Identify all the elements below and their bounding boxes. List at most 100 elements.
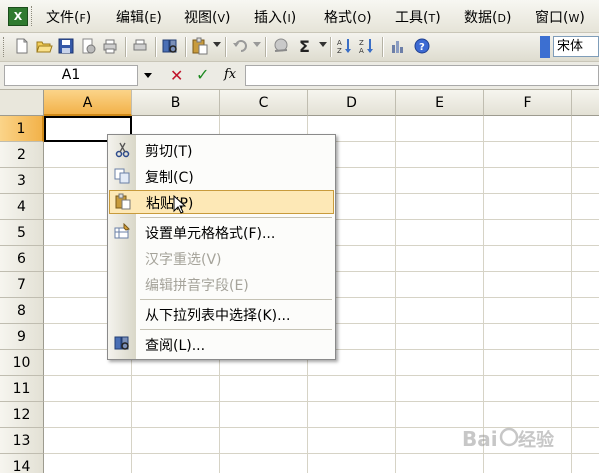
context-item-copy[interactable]: 复制(C) (108, 164, 335, 188)
row-header-3[interactable]: 3 (0, 168, 44, 194)
context-item-format-cells[interactable]: 设置单元格格式(F)... (108, 220, 335, 244)
help-icon[interactable]: ? (413, 37, 431, 55)
name-box[interactable]: A1 (4, 65, 138, 86)
svg-text:Bai: Bai (462, 427, 498, 451)
menu-bar: X 文件(F) 编辑(E) 视图(V) 插入(I) 格式(O) 工具(T) 数据… (0, 0, 599, 33)
insert-function-icon[interactable]: fx (224, 67, 236, 82)
grid-line (395, 116, 396, 473)
context-item-label: 复制(C) (145, 170, 194, 186)
formula-input[interactable] (245, 65, 599, 86)
context-item-label: 设置单元格格式(F)... (145, 226, 276, 242)
column-header-a[interactable]: A (44, 90, 132, 116)
column-header-e[interactable]: E (396, 90, 484, 116)
menu-file[interactable]: 文件(F) (46, 7, 91, 27)
column-header-g[interactable] (572, 90, 599, 116)
permission-icon[interactable] (79, 37, 97, 55)
sort-descending-icon[interactable]: ZA (358, 37, 376, 55)
excel-app-icon[interactable]: X (8, 7, 28, 26)
row-header-7[interactable]: 7 (0, 272, 44, 298)
autosum-dropdown-arrow[interactable] (319, 42, 327, 47)
row-header-2[interactable]: 2 (0, 142, 44, 168)
toolbar-grip[interactable] (3, 37, 7, 57)
cut-icon (115, 142, 130, 158)
autosum-icon[interactable]: Σ (297, 37, 315, 55)
menu-format[interactable]: 格式(O) (324, 7, 372, 27)
toolbar-separator (265, 37, 267, 57)
enter-entry-icon[interactable]: ✓ (196, 65, 209, 84)
context-item-label: 剪切(T) (145, 144, 193, 160)
menu-window[interactable]: 窗口(W) (535, 7, 585, 27)
format-cells-icon (114, 223, 130, 239)
context-item-paste[interactable]: 粘贴(P) (109, 190, 334, 214)
menu-view[interactable]: 视图(V) (184, 7, 230, 27)
toolbar-separator (382, 37, 384, 57)
row-header-8[interactable]: 8 (0, 298, 44, 324)
column-header-d[interactable]: D (308, 90, 396, 116)
menu-tools[interactable]: 工具(T) (395, 7, 441, 27)
context-item-label: 编辑拼音字段(E) (145, 278, 249, 294)
paste-icon[interactable] (191, 37, 209, 55)
context-item-reconvert[interactable]: 汉字重选(V) (108, 246, 335, 270)
context-item-label: 查阅(L)... (145, 338, 206, 354)
context-item-edit-phonetic[interactable]: 编辑拼音字段(E) (108, 272, 335, 296)
svg-text:Z: Z (359, 39, 364, 47)
row-header-5[interactable]: 5 (0, 220, 44, 246)
chart-icon[interactable] (389, 37, 407, 55)
menubar-grip[interactable] (31, 6, 35, 26)
row-header-10[interactable]: 10 (0, 350, 44, 376)
cell-context-menu: 剪切(T) 复制(C) 粘贴(P) 设置单元格格式(F)... 汉字重选(V) … (107, 134, 336, 360)
context-item-label: 从下拉列表中选择(K)... (145, 308, 291, 324)
baidu-jingyan-watermark-logo: Bai 经验 (462, 427, 555, 451)
print-preview-icon[interactable] (131, 37, 149, 55)
open-icon[interactable] (35, 37, 53, 55)
toolbar-separator (155, 37, 157, 57)
row-header-4[interactable]: 4 (0, 194, 44, 220)
svg-text:Σ: Σ (299, 37, 310, 55)
row-header-6[interactable]: 6 (0, 246, 44, 272)
sort-ascending-icon[interactable]: AZ (336, 37, 354, 55)
context-item-label: 汉字重选(V) (145, 252, 222, 268)
menu-data[interactable]: 数据(D) (464, 7, 511, 27)
svg-text:A: A (337, 39, 342, 47)
grid-line (44, 401, 599, 402)
column-header-b[interactable]: B (132, 90, 220, 116)
row-header-14[interactable]: 14 (0, 454, 44, 473)
print-icon[interactable] (101, 37, 119, 55)
select-all-corner[interactable] (0, 90, 44, 116)
grid-line (44, 375, 599, 376)
column-header-f[interactable]: F (484, 90, 572, 116)
menu-edit[interactable]: 编辑(E) (116, 7, 162, 27)
mouse-pointer-icon (173, 195, 187, 214)
context-item-pick-from-list[interactable]: 从下拉列表中选择(K)... (108, 302, 335, 326)
menu-insert[interactable]: 插入(I) (254, 7, 296, 27)
column-header-c[interactable]: C (220, 90, 308, 116)
context-item-lookup[interactable]: 查阅(L)... (108, 332, 335, 356)
row-header-11[interactable]: 11 (0, 376, 44, 402)
font-name-box[interactable]: 宋体 (553, 36, 599, 57)
context-menu-separator (140, 217, 332, 218)
paste-dropdown-arrow[interactable] (213, 42, 221, 47)
row-header-13[interactable]: 13 (0, 428, 44, 454)
copy-icon (114, 168, 130, 184)
undo-icon[interactable] (231, 37, 249, 55)
undo-dropdown-arrow[interactable] (253, 42, 261, 47)
research-icon (114, 336, 129, 350)
toolbar-options-button[interactable] (540, 36, 550, 58)
toolbar-separator (125, 37, 127, 57)
row-header-1[interactable]: 1 (0, 116, 44, 142)
context-menu-separator (140, 329, 332, 330)
cancel-entry-icon[interactable]: ✕ (170, 66, 183, 85)
name-box-dropdown-arrow[interactable] (144, 73, 152, 78)
grid-line (571, 116, 572, 473)
row-header-12[interactable]: 12 (0, 402, 44, 428)
row-header-9[interactable]: 9 (0, 324, 44, 350)
standard-toolbar: Σ AZ ZA ? 宋体 (0, 33, 599, 62)
research-icon[interactable] (161, 37, 179, 55)
new-icon[interactable] (13, 37, 31, 55)
context-item-cut[interactable]: 剪切(T) (108, 138, 335, 162)
formula-bar: A1 ✕ ✓ fx (0, 62, 599, 90)
toolbar-separator (225, 37, 227, 57)
grid-line (483, 116, 484, 473)
save-icon[interactable] (57, 37, 75, 55)
hyperlink-icon[interactable] (272, 37, 290, 55)
